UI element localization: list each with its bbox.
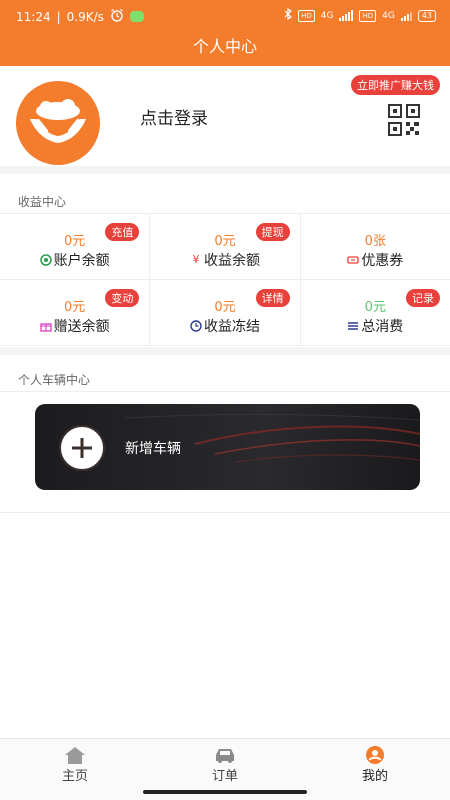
- divider-2: [0, 347, 450, 355]
- coupons-value: 0张: [364, 234, 386, 249]
- total-spend-label: 总消费: [361, 319, 404, 335]
- gift-balance-cell[interactable]: 0元 赠送余额 变动: [0, 280, 151, 345]
- vehicle-section: 新增车辆: [0, 391, 450, 513]
- profile-header: 点击登录 立即推广赚大钱: [0, 66, 450, 166]
- income-balance-label: 收益余额: [203, 253, 260, 269]
- alarm-icon: [110, 8, 124, 25]
- frozen-income-label: 收益冻结: [203, 319, 260, 335]
- qr-code-icon[interactable]: [388, 104, 420, 136]
- records-badge[interactable]: 记录: [405, 289, 440, 307]
- yen-icon: ¥: [192, 253, 200, 266]
- avatar[interactable]: [16, 81, 100, 165]
- status-speed: 0.9K/s: [66, 9, 104, 24]
- earnings-section-title: 收益中心: [18, 195, 67, 209]
- earnings-grid: 0元 账户余额 充值 0元 ¥ 收益余额 提现 0张 优惠券 0元 赠送余额 变动…: [0, 213, 450, 346]
- withdraw-badge[interactable]: 提现: [255, 223, 290, 241]
- coin-icon: [39, 254, 52, 266]
- wechat-icon: [129, 11, 144, 22]
- details-badge[interactable]: 详情: [255, 289, 290, 307]
- hd-badge: HD: [298, 9, 315, 22]
- changes-badge[interactable]: 变动: [105, 289, 140, 307]
- frozen-income-cell[interactable]: 0元 收益冻结 详情: [150, 280, 301, 345]
- income-balance-cell[interactable]: 0元 ¥ 收益余额 提现: [150, 214, 301, 279]
- recharge-badge[interactable]: 充值: [105, 223, 140, 241]
- tab-mine-label: 我的: [361, 769, 388, 784]
- tab-orders-label: 订单: [211, 769, 238, 784]
- bluetooth-icon: [284, 7, 293, 23]
- signal-icon: [339, 10, 354, 21]
- user-icon: [366, 746, 384, 764]
- add-vehicle-label: 新增车辆: [125, 441, 181, 457]
- tab-mine[interactable]: 我的: [300, 739, 450, 800]
- total-spend-cell[interactable]: 0元 总消费 记录: [301, 280, 450, 345]
- gift-icon: [40, 320, 52, 332]
- coupons-cell[interactable]: 0张 优惠券: [301, 214, 450, 279]
- promo-badge[interactable]: 立即推广赚大钱: [351, 75, 440, 95]
- coupons-label: 优惠券: [361, 253, 404, 269]
- clock-icon: [190, 320, 202, 332]
- list-icon: [347, 320, 359, 332]
- divider: [0, 166, 450, 174]
- ticket-icon: [347, 254, 359, 266]
- home-icon: [65, 747, 85, 764]
- vehicle-section-title: 个人车辆中心: [18, 373, 91, 387]
- hands-logo-icon: [30, 99, 86, 143]
- status-bar: 11:24 | 0.9K/s HD 4G HD 4G 43: [0, 0, 450, 30]
- add-vehicle-card[interactable]: 新增车辆: [35, 404, 420, 490]
- network-label-2: 4G: [382, 10, 395, 21]
- car-icon: [216, 749, 234, 763]
- status-time: 11:24: [16, 9, 51, 24]
- account-balance-label: 账户余额: [53, 253, 110, 269]
- home-indicator[interactable]: [143, 790, 307, 794]
- tab-home-label: 主页: [61, 769, 88, 784]
- plus-icon: [72, 438, 92, 458]
- network-label: 4G: [320, 10, 334, 21]
- add-vehicle-button[interactable]: [59, 425, 105, 471]
- hd-badge-2: HD: [359, 9, 377, 22]
- signal-icon-2: [400, 10, 412, 21]
- account-balance-cell[interactable]: 0元 账户余额 充值: [0, 214, 151, 279]
- tab-home[interactable]: 主页: [0, 739, 150, 800]
- gift-balance-label: 赠送余额: [53, 319, 110, 335]
- login-button[interactable]: 点击登录: [140, 104, 208, 129]
- battery-indicator: 43: [417, 9, 436, 22]
- page-title: 个人中心: [0, 30, 450, 66]
